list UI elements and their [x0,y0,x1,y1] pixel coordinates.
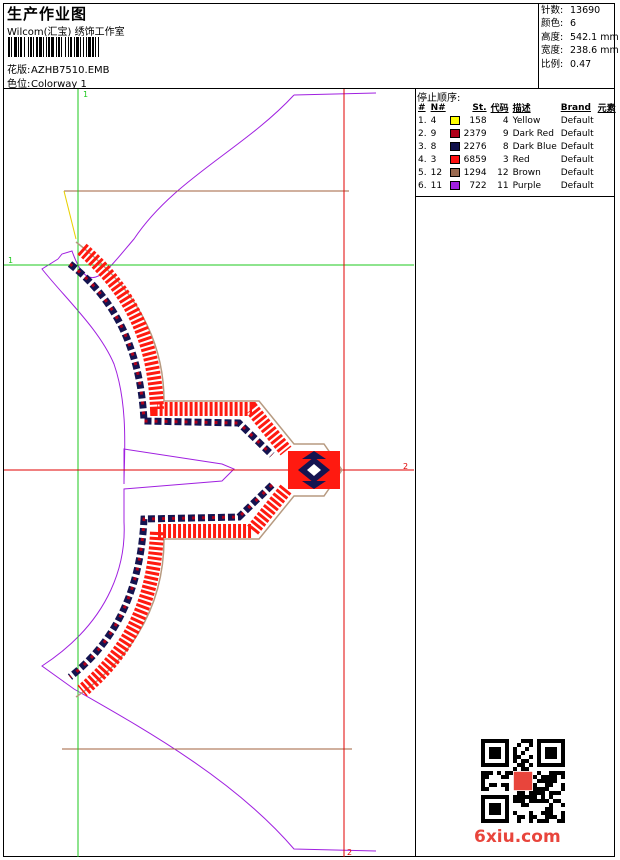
stat-stitches: 针数: 13690 [541,5,601,16]
row-code: 11 [497,180,509,191]
row-description: Dark Red [512,128,554,139]
row-element [596,114,618,127]
stat-colors: 颜色: 6 [541,18,577,30]
motif-center-diamond [288,451,340,489]
color-table: # N# St. 代码 描述 Brand 元素 1. 4 158 4 Yellow Def… [416,101,618,192]
col-swatch [448,101,462,114]
guide-label-right: 2 [403,462,408,471]
stat-scale: 比例: 0.47 [541,58,592,70]
color-table-row: 1. 4 158 4 Yellow Default [416,114,618,127]
row-index: 4. [418,154,427,165]
stats-panel: 针数: 13690 颜色: 6 高度: 542.1 mm 宽度: 238.6 mm 比例… [541,4,619,71]
row-description: Dark Blue [512,141,557,152]
row-code: 4 [502,115,509,126]
row-index: 6. [418,180,427,191]
row-index: 1. [418,115,427,126]
watermark: 6xiu.com [474,827,561,847]
col-brand: Brand [560,102,591,113]
row-description: Purple [512,180,542,191]
row-stitches: 6859 [463,154,487,165]
color-table-row: 4. 3 6859 3 Red Default [416,153,618,166]
design-canvas: 1 1 2 2 [4,89,414,857]
row-brand: Default [560,128,594,139]
barcode [8,37,152,57]
colorway-label: 色位: [7,79,31,90]
page-title: 生产作业图 [7,5,88,23]
guide-label-top: 1 [83,90,88,99]
row-code: 3 [502,154,509,165]
row-swatch [448,140,462,153]
stat-width: 宽度: 238.6 mm [541,45,619,57]
col-code: 代码 [490,104,509,114]
col-st: St. [472,102,487,113]
col-n: N# [430,102,446,113]
row-brand: Default [560,180,594,191]
row-description: Brown [512,167,541,178]
row-stitches: 2276 [463,141,487,152]
guide-label-bottom: 2 [347,848,352,857]
row-element [596,153,618,166]
row-brand: Default [560,154,594,165]
guide-label-left: 1 [8,256,13,265]
color-swatch [449,167,460,177]
col-desc: 描述 [512,104,531,114]
row-swatch [448,153,462,166]
row-needle: 4 [430,115,437,126]
row-code: 12 [497,167,509,178]
stats-divider [538,3,539,88]
row-index: 2. [418,128,427,139]
row-needle: 3 [430,154,437,165]
row-brand: Default [560,141,594,152]
qr-logo-icon [513,771,533,791]
row-swatch [448,127,462,140]
sidebar-divider [415,88,416,857]
yellow-guide [63,190,77,240]
row-index: 5. [418,167,427,178]
color-table-divider [415,196,615,197]
row-swatch [448,166,462,179]
row-brand: Default [560,167,594,178]
company-name: Wilcom(汇宝) 绣饰工作室 [7,27,125,38]
colorway-info: 色位:Colorway 1 [7,75,87,90]
row-needle: 8 [430,141,437,152]
row-stitches: 158 [469,115,487,126]
row-element [596,166,618,179]
color-swatch [449,180,460,190]
color-table-header: # N# St. 代码 描述 Brand 元素 [416,101,618,115]
color-swatch [449,115,460,125]
color-table-row: 2. 9 2379 9 Dark Red Default [416,127,618,140]
design-label: 花版: [7,65,31,76]
stat-height: 高度: 542.1 mm [541,31,619,43]
qr-code [481,739,565,823]
col-num: # [418,102,426,113]
row-code: 9 [502,128,509,139]
row-swatch [448,179,462,192]
row-needle: 12 [430,167,443,178]
color-table-row: 5. 12 1294 12 Brown Default [416,166,618,179]
row-element [596,127,618,140]
row-needle: 11 [430,180,443,191]
color-swatch [449,154,460,164]
row-description: Red [512,154,530,165]
color-table-row: 3. 8 2276 8 Dark Blue Default [416,140,618,153]
row-swatch [448,114,462,127]
row-brand: Default [560,115,594,126]
row-element [596,140,618,153]
row-needle: 9 [430,128,437,139]
color-swatch [449,128,460,138]
color-table-row: 6. 11 722 11 Purple Default [416,179,618,192]
row-description: Yellow [512,115,541,126]
col-elem: 元素 [597,104,616,114]
row-stitches: 1294 [463,167,487,178]
row-element [596,179,618,192]
row-code: 8 [502,141,509,152]
row-stitches: 722 [469,180,487,191]
design-info: 花版:AZHB7510.EMB [7,61,110,76]
row-index: 3. [418,141,427,152]
row-stitches: 2379 [463,128,487,139]
color-swatch [449,141,460,151]
